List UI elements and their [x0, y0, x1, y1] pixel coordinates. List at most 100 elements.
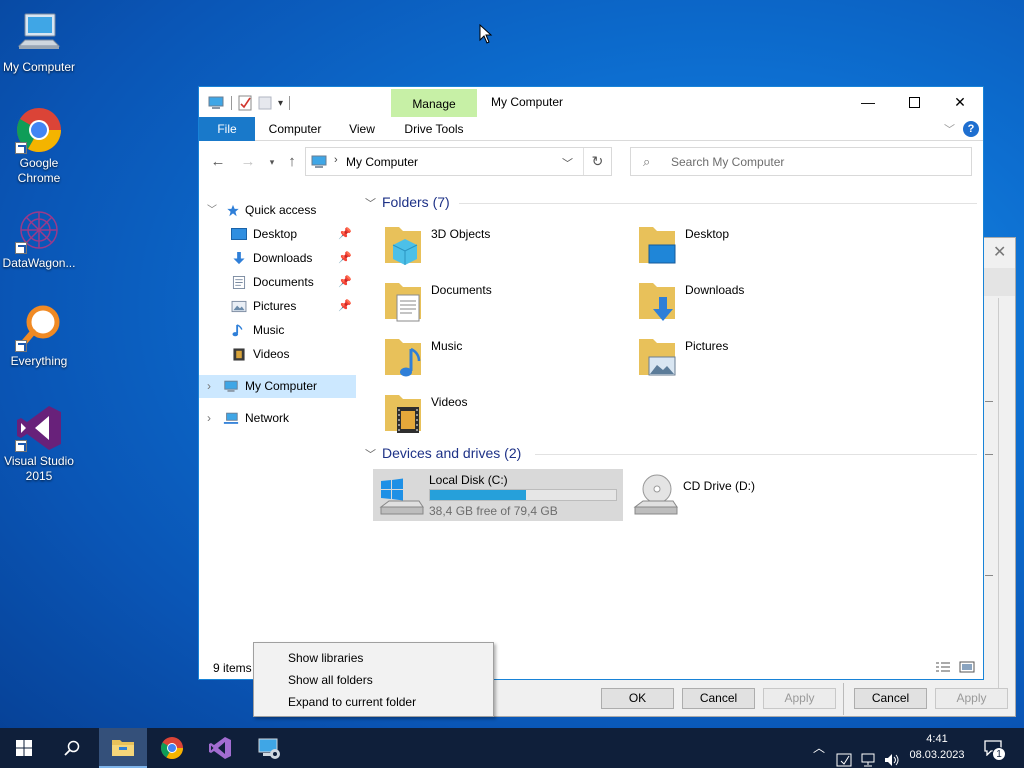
- drive-cd-d[interactable]: CD Drive (D:): [627, 469, 877, 521]
- folder-music-icon: [385, 339, 421, 377]
- tab-drive-tools[interactable]: Drive Tools: [395, 117, 473, 141]
- folder-desktop[interactable]: Desktop: [637, 223, 877, 275]
- devices-group-header[interactable]: ﹀ Devices and drives (2): [365, 445, 521, 462]
- sidebar-item-videos[interactable]: Videos: [199, 343, 356, 366]
- collapsed-chevron-icon[interactable]: ›: [207, 407, 211, 430]
- show-hidden-icons-chevron-icon[interactable]: ︿: [813, 739, 825, 768]
- address-bar[interactable]: › My Computer ﹀ ↻: [305, 147, 612, 176]
- search-button[interactable]: [48, 728, 96, 768]
- network-icon[interactable]: [860, 740, 878, 768]
- new-folder-icon[interactable]: [258, 95, 272, 111]
- apply-button[interactable]: Apply: [763, 688, 836, 709]
- clock[interactable]: 4:41 08.03.2023: [905, 731, 969, 763]
- pin-icon[interactable]: 📌: [338, 271, 352, 294]
- cd-drive-icon: [633, 474, 678, 515]
- folder-desktop-icon: [639, 227, 676, 264]
- security-center-icon[interactable]: [836, 740, 854, 768]
- apply-button-secondary[interactable]: Apply: [935, 688, 1008, 709]
- desktop-icon-datawagon[interactable]: DataWagon...: [0, 206, 78, 271]
- folder-music[interactable]: Music: [383, 335, 623, 387]
- tab-view[interactable]: View: [339, 117, 385, 141]
- drive-label: CD Drive (D:): [683, 479, 755, 493]
- sidebar-item-pictures[interactable]: Pictures 📌: [199, 295, 356, 318]
- desktop-icon-my-computer[interactable]: My Computer: [0, 10, 78, 75]
- folder-3d-objects[interactable]: 3D Objects: [383, 223, 623, 275]
- properties-icon[interactable]: [238, 95, 252, 111]
- pin-icon[interactable]: 📌: [338, 295, 352, 318]
- taskbar-file-explorer[interactable]: [99, 728, 147, 768]
- taskbar-chrome[interactable]: [148, 728, 196, 768]
- menu-item-expand-to-current-folder[interactable]: Expand to current folder: [288, 695, 416, 709]
- details-view-icon[interactable]: [935, 661, 951, 673]
- visual-studio-icon: [15, 404, 63, 452]
- folders-group-header[interactable]: ﹀ Folders (7): [365, 194, 450, 211]
- back-arrow-icon[interactable]: ←: [209, 153, 227, 170]
- sidebar-item-downloads[interactable]: Downloads 📌: [199, 247, 356, 270]
- shortcut-arrow-icon: [15, 440, 27, 452]
- collapsed-chevron-icon[interactable]: ›: [207, 375, 211, 398]
- view-toggle: [935, 661, 975, 673]
- tab-file[interactable]: File: [199, 117, 255, 141]
- shortcut-arrow-icon: [15, 142, 27, 154]
- volume-icon[interactable]: [883, 740, 901, 768]
- breadcrumb-chevron-icon[interactable]: ›: [334, 154, 338, 166]
- folder-pictures[interactable]: Pictures: [637, 335, 877, 387]
- help-icon[interactable]: ?: [963, 121, 979, 137]
- expand-ribbon-chevron-icon[interactable]: ﹀: [944, 121, 955, 137]
- menu-item-show-all-folders[interactable]: Show all folders: [288, 673, 373, 687]
- desktop-icon-visual-studio[interactable]: Visual Studio 2015: [0, 404, 78, 484]
- recent-locations-chevron-icon[interactable]: ▾: [263, 157, 281, 168]
- group-collapse-chevron-icon[interactable]: ﹀: [365, 449, 376, 461]
- sidebar-item-network[interactable]: › Network: [199, 407, 356, 430]
- expanded-chevron-icon[interactable]: ﹀: [207, 199, 217, 222]
- sidebar-item-desktop[interactable]: Desktop 📌: [199, 223, 356, 246]
- address-dropdown-icon[interactable]: ﹀: [562, 155, 573, 171]
- navigation-bar: ← → ▾ ↑ › My Computer ﹀ ↻ ⌕ Search My Co…: [199, 145, 983, 179]
- folder-videos[interactable]: Videos: [383, 391, 623, 443]
- search-input[interactable]: ⌕ Search My Computer: [630, 147, 972, 176]
- refresh-icon[interactable]: ↻: [583, 148, 611, 175]
- close-icon[interactable]: ✕: [937, 87, 983, 117]
- large-icons-view-icon[interactable]: [959, 661, 975, 673]
- sidebar-item-music[interactable]: Music: [199, 319, 356, 342]
- customize-toolbar-dropdown-icon[interactable]: ▾: [278, 98, 283, 109]
- close-icon[interactable]: ✕: [993, 245, 1007, 261]
- desktop-icon-label: Everything: [10, 354, 68, 368]
- taskbar-system-properties[interactable]: [245, 728, 293, 768]
- tab-computer[interactable]: Computer: [261, 117, 329, 141]
- pin-icon[interactable]: 📌: [338, 247, 352, 270]
- menu-item-show-libraries[interactable]: Show libraries: [288, 651, 363, 665]
- desktop-icon-google-chrome[interactable]: Google Chrome: [0, 106, 78, 186]
- sidebar-item-documents[interactable]: Documents 📌: [199, 271, 356, 294]
- breadcrumb[interactable]: My Computer: [346, 155, 418, 169]
- minimize-icon[interactable]: —: [845, 87, 891, 117]
- drive-local-disk-c[interactable]: Local Disk (C:) 38,4 GB free of 79,4 GB: [373, 469, 623, 521]
- group-collapse-chevron-icon[interactable]: ﹀: [365, 198, 376, 210]
- folder-3d-objects-icon: [385, 227, 421, 265]
- forward-arrow-icon[interactable]: →: [239, 153, 257, 170]
- desktop-icon-label: DataWagon...: [2, 256, 76, 270]
- folder-documents[interactable]: Documents: [383, 279, 623, 331]
- up-arrow-icon[interactable]: ↑: [283, 153, 301, 170]
- folder-downloads[interactable]: Downloads: [637, 279, 877, 331]
- desktop-icon-everything[interactable]: Everything: [0, 304, 78, 369]
- ok-button[interactable]: OK: [601, 688, 674, 709]
- tab-manage[interactable]: Manage: [391, 89, 477, 117]
- sidebar-item-quick-access[interactable]: ﹀ Quick access: [199, 199, 356, 222]
- cancel-button[interactable]: Cancel: [682, 688, 755, 709]
- folder-label: Downloads: [685, 283, 745, 297]
- cancel-button-secondary[interactable]: Cancel: [854, 688, 927, 709]
- everything-search-icon: [15, 304, 63, 352]
- notification-center-button[interactable]: 1: [980, 728, 1024, 768]
- start-button[interactable]: [0, 728, 48, 768]
- folder-label: Documents: [431, 283, 492, 297]
- maximize-icon[interactable]: [891, 87, 937, 117]
- taskbar-visual-studio[interactable]: [196, 728, 244, 768]
- sidebar-item-label: Network: [245, 411, 290, 425]
- desktop-icon-label: Google Chrome: [17, 156, 61, 185]
- desktop-folder-icon: [231, 228, 247, 240]
- star-icon: [227, 204, 239, 217]
- mouse-cursor-icon: [479, 24, 493, 44]
- pin-icon[interactable]: 📌: [338, 223, 352, 246]
- sidebar-item-my-computer[interactable]: › My Computer: [199, 375, 356, 398]
